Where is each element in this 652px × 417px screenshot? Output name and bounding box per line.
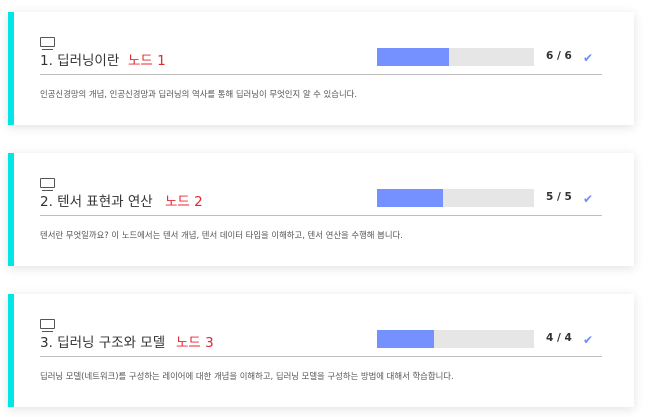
course-card-1[interactable]: 1. 딥러닝이란 노드 1 6 / 6 ✔ 인공신경망의 개념, 인공신경망과 … [8, 12, 634, 125]
progress-count: 4 / 4 [546, 332, 572, 344]
node-tag: 노드 2 [165, 194, 203, 210]
monitor-icon [40, 178, 55, 191]
progress-bar-fill [377, 189, 443, 207]
node-tag: 노드 3 [176, 335, 214, 351]
monitor-icon [40, 37, 55, 50]
course-card-3[interactable]: 3. 딥러닝 구조와 모델 노드 3 4 / 4 ✔ 딥러닝 모델(네트워크)를… [8, 294, 634, 407]
course-description: 인공신경망의 개념, 인공신경망과 딥러닝의 역사를 통해 딥러닝이 무엇인지 … [40, 89, 358, 99]
course-card-2[interactable]: 2. 텐서 표현과 연산 노드 2 5 / 5 ✔ 텐서란 무엇일까요? 이 노… [8, 153, 634, 266]
course-title[interactable]: 1. 딥러닝이란 [40, 49, 119, 69]
node-tag: 노드 1 [128, 53, 166, 69]
monitor-icon [40, 319, 55, 332]
progress-bar [377, 330, 534, 348]
course-title[interactable]: 2. 텐서 표현과 연산 [40, 190, 153, 210]
progress-bar-fill [377, 330, 434, 348]
divider [40, 356, 602, 357]
check-icon: ✔ [583, 51, 594, 65]
divider [40, 74, 602, 75]
course-description: 딥러닝 모델(네트워크)를 구성하는 레이어에 대한 개념을 이해하고, 딥러닝… [40, 371, 454, 381]
check-icon: ✔ [583, 192, 594, 206]
course-description: 텐서란 무엇일까요? 이 노드에서는 텐서 개념, 텐서 데이터 타입을 이해하… [40, 230, 403, 240]
progress-bar [377, 189, 534, 207]
progress-bar [377, 48, 534, 66]
course-title[interactable]: 3. 딥러닝 구조와 모델 [40, 331, 165, 351]
progress-count: 5 / 5 [546, 191, 572, 203]
check-icon: ✔ [583, 333, 594, 347]
card-accent-bar [8, 12, 14, 125]
progress-bar-fill [377, 48, 449, 66]
card-accent-bar [8, 294, 14, 407]
divider [40, 215, 602, 216]
progress-count: 6 / 6 [546, 50, 572, 62]
card-accent-bar [8, 153, 14, 266]
